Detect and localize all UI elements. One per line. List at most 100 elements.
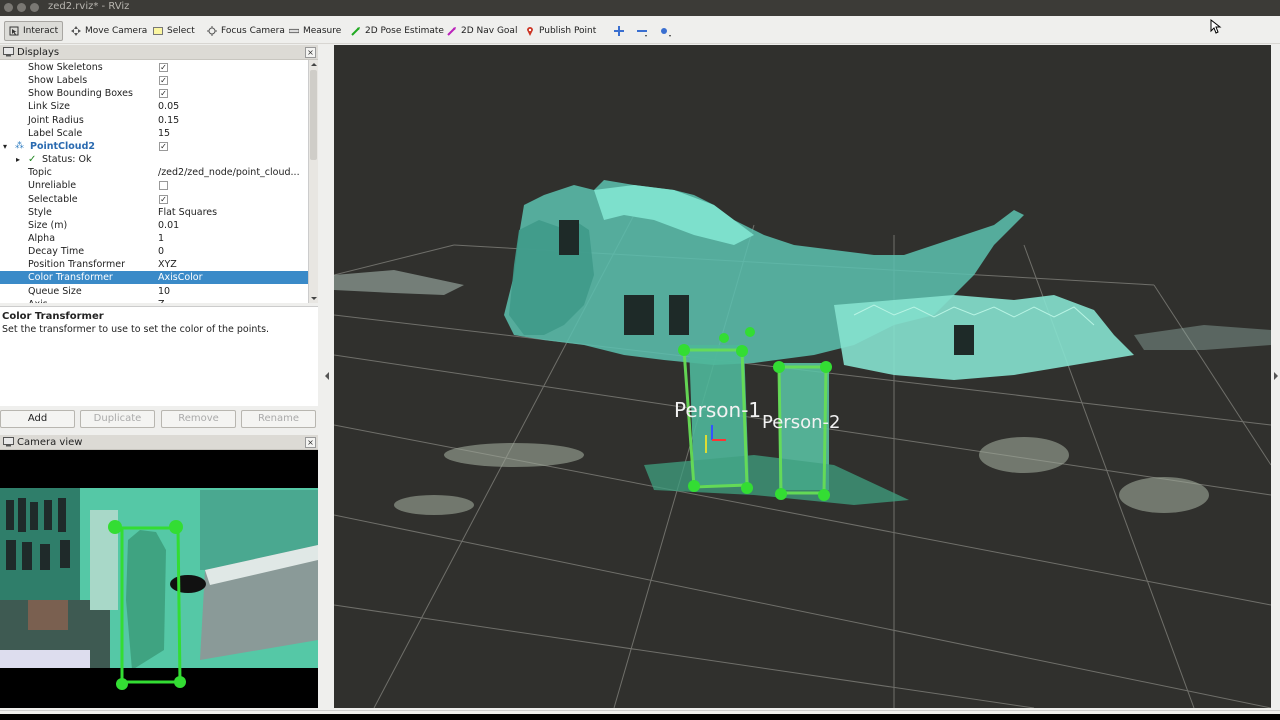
tool-label: Focus Camera bbox=[221, 26, 285, 36]
property-value[interactable]: 1 bbox=[158, 232, 306, 245]
collapse-left-icon[interactable] bbox=[322, 371, 334, 381]
property-name: Status: Ok bbox=[42, 154, 92, 166]
property-value[interactable]: Flat Squares bbox=[158, 206, 306, 219]
3d-viewport[interactable]: Person-1 Person-2 bbox=[334, 45, 1271, 708]
publish-point-icon bbox=[525, 26, 535, 36]
property-row[interactable]: Size (m) 0.01 bbox=[0, 219, 308, 232]
expand-arrow-icon[interactable]: ▸ bbox=[16, 153, 20, 166]
rename-button[interactable]: Rename bbox=[241, 410, 316, 428]
close-window-icon[interactable] bbox=[4, 3, 13, 12]
maximize-window-icon[interactable] bbox=[30, 3, 39, 12]
add-tool-icon[interactable] bbox=[608, 21, 630, 41]
property-name: Queue Size bbox=[28, 285, 82, 297]
property-value[interactable]: 10 bbox=[158, 285, 306, 298]
title-bar: zed2.rviz* - RViz bbox=[0, 0, 1280, 16]
property-row[interactable]: Alpha 1 bbox=[0, 232, 308, 245]
property-row[interactable]: ▸ ✓ Status: Ok bbox=[0, 153, 308, 166]
description-title: Color Transformer bbox=[2, 311, 104, 322]
property-checkbox[interactable]: ✓ bbox=[159, 63, 168, 72]
expand-arrow-icon[interactable]: ▾ bbox=[3, 140, 7, 153]
duplicate-button[interactable]: Duplicate bbox=[80, 410, 155, 428]
tool-measure[interactable]: Measure bbox=[284, 21, 346, 41]
property-row[interactable]: Queue Size 10 bbox=[0, 285, 308, 298]
property-name: Label Scale bbox=[28, 127, 83, 139]
property-checkbox[interactable]: ✓ bbox=[159, 76, 168, 86]
property-row[interactable]: Position Transformer XYZ bbox=[0, 258, 308, 271]
monitor-icon bbox=[3, 437, 14, 447]
property-value[interactable]: /zed2/zed_node/point_cloud... bbox=[158, 166, 306, 179]
property-value[interactable]: 15 bbox=[158, 127, 306, 140]
tool-select[interactable]: Select bbox=[148, 21, 200, 41]
remove-button[interactable]: Remove bbox=[161, 410, 236, 428]
add-button[interactable]: Add bbox=[0, 410, 75, 428]
property-row[interactable]: Topic/zed2/zed_node/point_cloud... bbox=[0, 166, 308, 179]
displays-scrollbar[interactable] bbox=[308, 60, 318, 303]
property-row[interactable]: Axis Z bbox=[0, 298, 308, 303]
bottom-edge bbox=[0, 714, 1280, 720]
property-row[interactable]: Show Bounding Boxes ✓ bbox=[0, 87, 308, 100]
right-panel-collapse[interactable] bbox=[1271, 45, 1280, 708]
camera-type-icon[interactable] bbox=[654, 21, 678, 41]
property-value[interactable]: 0 bbox=[158, 245, 306, 258]
displays-tree[interactable]: Show Skeletons ✓ Show Labels ✓ Show Bounding… bbox=[0, 60, 308, 303]
property-checkbox[interactable]: ✓ bbox=[159, 194, 168, 204]
camera-feed-image bbox=[0, 450, 318, 708]
property-row[interactable]: ▾ ⁂ PointCloud2 ✓ bbox=[0, 140, 308, 153]
property-checkbox[interactable] bbox=[159, 181, 168, 191]
person-2-label: Person-2 bbox=[762, 412, 840, 433]
remove-tool-icon[interactable] bbox=[630, 21, 654, 41]
tool-pose-estimate[interactable]: 2D Pose Estimate bbox=[346, 21, 449, 41]
tool-label: Publish Point bbox=[539, 26, 597, 36]
tool-interact[interactable]: Interact bbox=[4, 21, 64, 41]
monitor-icon bbox=[3, 47, 14, 57]
property-value[interactable]: AxisColor bbox=[158, 271, 306, 284]
property-name: Decay Time bbox=[28, 246, 85, 258]
measure-icon bbox=[289, 26, 299, 36]
close-camera-view-button[interactable]: × bbox=[305, 437, 316, 448]
property-row[interactable]: Color Transformer AxisColor bbox=[0, 271, 308, 285]
scroll-up-icon[interactable] bbox=[309, 60, 319, 69]
tool-nav-goal[interactable]: 2D Nav Goal bbox=[442, 21, 522, 41]
property-row[interactable]: Show Skeletons ✓ bbox=[0, 61, 308, 74]
property-row[interactable]: Selectable ✓ bbox=[0, 193, 308, 206]
property-row[interactable]: Style Flat Squares bbox=[0, 206, 308, 219]
tool-move-camera[interactable]: Move Camera bbox=[66, 21, 152, 41]
point-cloud-render: Person-1 Person-2 bbox=[334, 45, 1271, 708]
property-checkbox[interactable]: ✓ bbox=[159, 141, 168, 151]
property-name: Style bbox=[28, 206, 52, 218]
tool-label: Interact bbox=[23, 26, 59, 36]
property-name: Topic bbox=[28, 167, 52, 179]
property-row[interactable]: Joint Radius 0.15 bbox=[0, 114, 308, 127]
minimize-window-icon[interactable] bbox=[17, 3, 26, 12]
property-row[interactable]: Decay Time 0 bbox=[0, 245, 308, 258]
property-row[interactable]: Label Scale 15 bbox=[0, 127, 308, 140]
property-value[interactable]: 0.05 bbox=[158, 100, 306, 113]
description-text: Set the transformer to use to set the co… bbox=[2, 324, 270, 335]
property-name: Axis bbox=[28, 298, 48, 303]
property-name: Joint Radius bbox=[28, 114, 84, 126]
scroll-down-icon[interactable] bbox=[309, 294, 319, 303]
property-name: Selectable bbox=[28, 193, 78, 205]
property-name: Show Labels bbox=[28, 75, 88, 87]
camera-image bbox=[0, 450, 318, 708]
property-name: Show Skeletons bbox=[28, 62, 103, 73]
property-row[interactable]: Show Labels ✓ bbox=[0, 74, 308, 87]
move-camera-icon bbox=[71, 26, 81, 36]
property-checkbox[interactable]: ✓ bbox=[159, 89, 168, 99]
scrollbar-thumb[interactable] bbox=[310, 70, 317, 160]
property-value[interactable]: 0.01 bbox=[158, 219, 306, 232]
collapse-right-icon[interactable] bbox=[1272, 371, 1280, 381]
panel-splitter[interactable] bbox=[320, 45, 332, 710]
property-name: Link Size bbox=[28, 101, 70, 113]
property-row[interactable]: Link Size 0.05 bbox=[0, 100, 308, 113]
property-row[interactable]: Unreliable bbox=[0, 179, 308, 192]
tool-focus-camera[interactable]: Focus Camera bbox=[202, 21, 290, 41]
property-value[interactable]: XYZ bbox=[158, 258, 306, 271]
tool-publish-point[interactable]: Publish Point bbox=[520, 21, 601, 41]
close-panel-button[interactable]: × bbox=[305, 47, 316, 58]
displays-panel-header: Displays × bbox=[0, 45, 318, 60]
display-buttons: Add Duplicate Remove Rename bbox=[0, 410, 318, 428]
property-name: Unreliable bbox=[28, 180, 77, 192]
property-value[interactable]: 0.15 bbox=[158, 114, 306, 127]
property-value[interactable]: Z bbox=[158, 298, 306, 303]
